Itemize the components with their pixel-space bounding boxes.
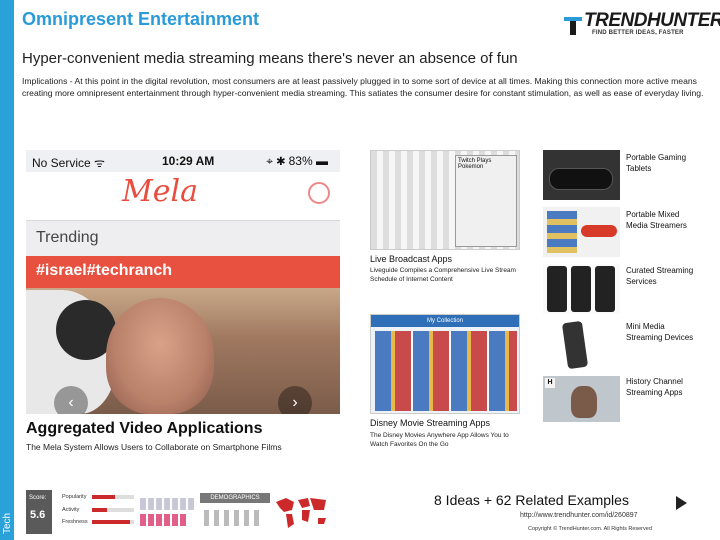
logo-tagline: FIND BETTER IDEAS, FASTER bbox=[592, 30, 684, 36]
live-broadcast-thumbnail[interactable]: Twitch Plays Pokemon bbox=[370, 150, 520, 250]
metric-activity-fill bbox=[92, 508, 107, 512]
person-face bbox=[106, 298, 214, 414]
status-time: 10:29 AM bbox=[162, 154, 215, 168]
mini-device bbox=[561, 320, 589, 370]
category-side-tab[interactable]: Tech bbox=[0, 0, 14, 540]
page-title: Omnipresent Entertainment bbox=[22, 9, 260, 29]
related-label-mini-devices[interactable]: Mini Media Streaming Devices bbox=[626, 321, 696, 343]
related-label-curated[interactable]: Curated Streaming Services bbox=[626, 265, 696, 287]
hero-image[interactable]: No Service ᯤ 10:29 AM ⌖ ✱ 83% ▬ Mela Tre… bbox=[26, 150, 340, 414]
history-logo-icon: H bbox=[545, 378, 555, 388]
trendhunter-logo[interactable]: TRENDHUNTER FIND BETTER IDEAS, FASTER bbox=[562, 10, 720, 40]
prev-arrow-icon[interactable]: ‹ bbox=[54, 386, 88, 414]
hashtag-text: #israel#techranch bbox=[36, 262, 173, 279]
trending-label: Trending bbox=[36, 229, 99, 246]
metric-freshness-label: Freshness bbox=[62, 519, 88, 525]
phone-status-bar: No Service ᯤ 10:29 AM ⌖ ✱ 83% ▬ bbox=[26, 150, 340, 172]
age-demographic-icon bbox=[140, 498, 194, 526]
movie-grid bbox=[375, 331, 517, 411]
disney-streaming-subtitle: The Disney Movies Anywhere App Allows Yo… bbox=[370, 432, 509, 448]
world-map-icon bbox=[276, 498, 326, 528]
copyright-text: Copyright © TrendHunter.com. All Rights … bbox=[528, 526, 652, 532]
play-icon[interactable] bbox=[676, 496, 687, 510]
implications-text: Implications - At this point in the digi… bbox=[22, 76, 704, 98]
metric-freshness-bar bbox=[92, 520, 134, 524]
logo-mark-icon bbox=[564, 17, 582, 35]
trending-header: Trending bbox=[26, 220, 340, 256]
status-icons: ⌖ ✱ 83% ▬ bbox=[266, 154, 328, 168]
score-value: 5.6 bbox=[30, 509, 46, 521]
phone-3 bbox=[595, 266, 615, 312]
carrier-status: No Service ᯤ bbox=[32, 156, 105, 170]
phone-2 bbox=[571, 266, 591, 312]
ideas-count-link[interactable]: 8 Ideas + 62 Related Examples bbox=[434, 492, 629, 508]
main-idea-subtitle: The Mela System Allows Users to Collabor… bbox=[26, 442, 282, 452]
metric-activity-bar bbox=[92, 508, 134, 512]
metric-activity-label: Activity bbox=[62, 507, 80, 513]
chat-panel: Twitch Plays Pokemon bbox=[455, 155, 517, 247]
disney-streaming-thumbnail[interactable]: My Collection bbox=[370, 314, 520, 414]
related-thumb-history[interactable]: H bbox=[543, 376, 620, 422]
next-arrow-icon[interactable]: › bbox=[278, 386, 312, 414]
metric-popularity-fill bbox=[92, 495, 116, 499]
related-thumb-mini-devices[interactable] bbox=[543, 320, 620, 370]
source-url[interactable]: http://www.trendhunter.com/id/260897 bbox=[520, 512, 638, 519]
phone-1 bbox=[547, 266, 567, 312]
logo-wordmark: TRENDHUNTER bbox=[584, 10, 720, 31]
category-label: Tech bbox=[2, 512, 13, 534]
score-box: Score: 5.6 bbox=[26, 490, 52, 534]
related-label-history[interactable]: History Channel Streaming Apps bbox=[626, 376, 696, 398]
related-label-mixed-media[interactable]: Portable Mixed Media Streamers bbox=[626, 209, 696, 231]
gaming-tablet bbox=[549, 168, 613, 190]
page-subtitle: Hyper-convenient media streaming means t… bbox=[22, 50, 518, 67]
metric-freshness-fill bbox=[92, 520, 130, 524]
profile-icon bbox=[308, 182, 330, 204]
related-thumb-gaming[interactable] bbox=[543, 150, 620, 200]
related-thumb-curated[interactable] bbox=[543, 264, 620, 314]
media-grid bbox=[547, 211, 577, 253]
hashtag-bar: #israel#techranch bbox=[26, 256, 340, 288]
gender-demographic-icon bbox=[204, 510, 259, 526]
score-label: Score: bbox=[29, 495, 47, 501]
demographics-label: DEMOGRAPHICS bbox=[200, 493, 270, 503]
app-logo: Mela bbox=[122, 174, 198, 209]
disney-streaming-title[interactable]: Disney Movie Streaming Apps bbox=[370, 418, 490, 428]
related-thumb-mixed-media[interactable] bbox=[543, 207, 620, 257]
person-portrait bbox=[571, 386, 597, 418]
live-broadcast-title[interactable]: Live Broadcast Apps bbox=[370, 254, 452, 264]
app-header: My Collection bbox=[371, 315, 519, 327]
related-label-gaming[interactable]: Portable Gaming Tablets bbox=[626, 152, 696, 174]
main-idea-title[interactable]: Aggregated Video Applications bbox=[26, 420, 262, 438]
live-broadcast-subtitle: Liveguide Compiles a Comprehensive Live … bbox=[370, 267, 516, 283]
metric-popularity-bar bbox=[92, 495, 134, 499]
metric-popularity-label: Popularity bbox=[62, 494, 87, 500]
streamer-device bbox=[581, 225, 617, 237]
